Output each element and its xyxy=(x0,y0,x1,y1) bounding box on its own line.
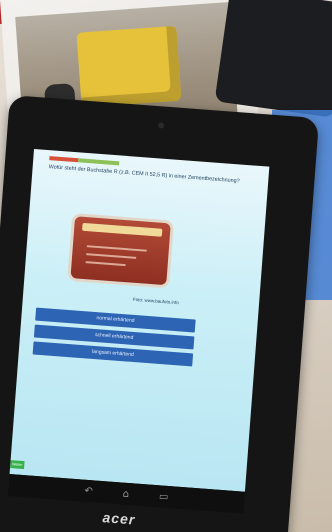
quiz-screen: Wofür steht der Buchstabe R (z.B. CEM II… xyxy=(9,148,270,492)
answer-options: normal erhärtend schnell erhärtend langs… xyxy=(32,307,196,371)
bag-text-line xyxy=(85,261,126,267)
bag-text-line xyxy=(86,245,147,252)
background-bag xyxy=(214,0,332,118)
scene: Wofür steht der Buchstabe R (z.B. CEM II… xyxy=(0,0,332,532)
progress-fill xyxy=(49,156,79,163)
progress-remaining xyxy=(78,158,120,166)
bag-label xyxy=(82,222,163,237)
road-roller xyxy=(76,25,182,108)
home-icon[interactable]: ⌂ xyxy=(122,488,129,499)
next-button[interactable]: Weiter xyxy=(10,460,25,470)
cement-bag-image xyxy=(70,216,171,286)
bag-text-line xyxy=(86,253,137,259)
recents-icon[interactable]: ▭ xyxy=(159,491,169,503)
question-text: Wofür steht der Buchstabe R (z.B. CEM II… xyxy=(48,164,240,185)
brand-logo: acer xyxy=(102,509,136,528)
image-credit: Foto: www.baufoto.info xyxy=(132,296,179,306)
tablet: Wofür steht der Buchstabe R (z.B. CEM II… xyxy=(0,95,320,532)
back-icon[interactable]: ↶ xyxy=(84,485,93,497)
